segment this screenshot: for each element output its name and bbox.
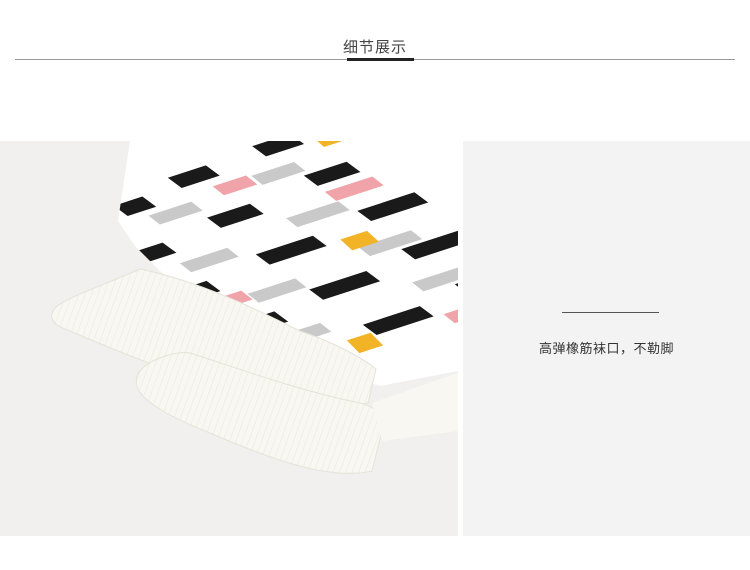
caption-rule	[562, 312, 659, 313]
section-header: 细节展示	[0, 0, 750, 70]
product-detail-image	[0, 141, 458, 536]
caption-panel: 高弹橡筋袜口，不勒脚	[463, 141, 750, 536]
title-underline	[347, 58, 414, 61]
detail-caption: 高弹橡筋袜口，不勒脚	[538, 342, 674, 357]
section-title: 细节展示	[342, 38, 407, 56]
sock-illustration	[51, 141, 458, 474]
